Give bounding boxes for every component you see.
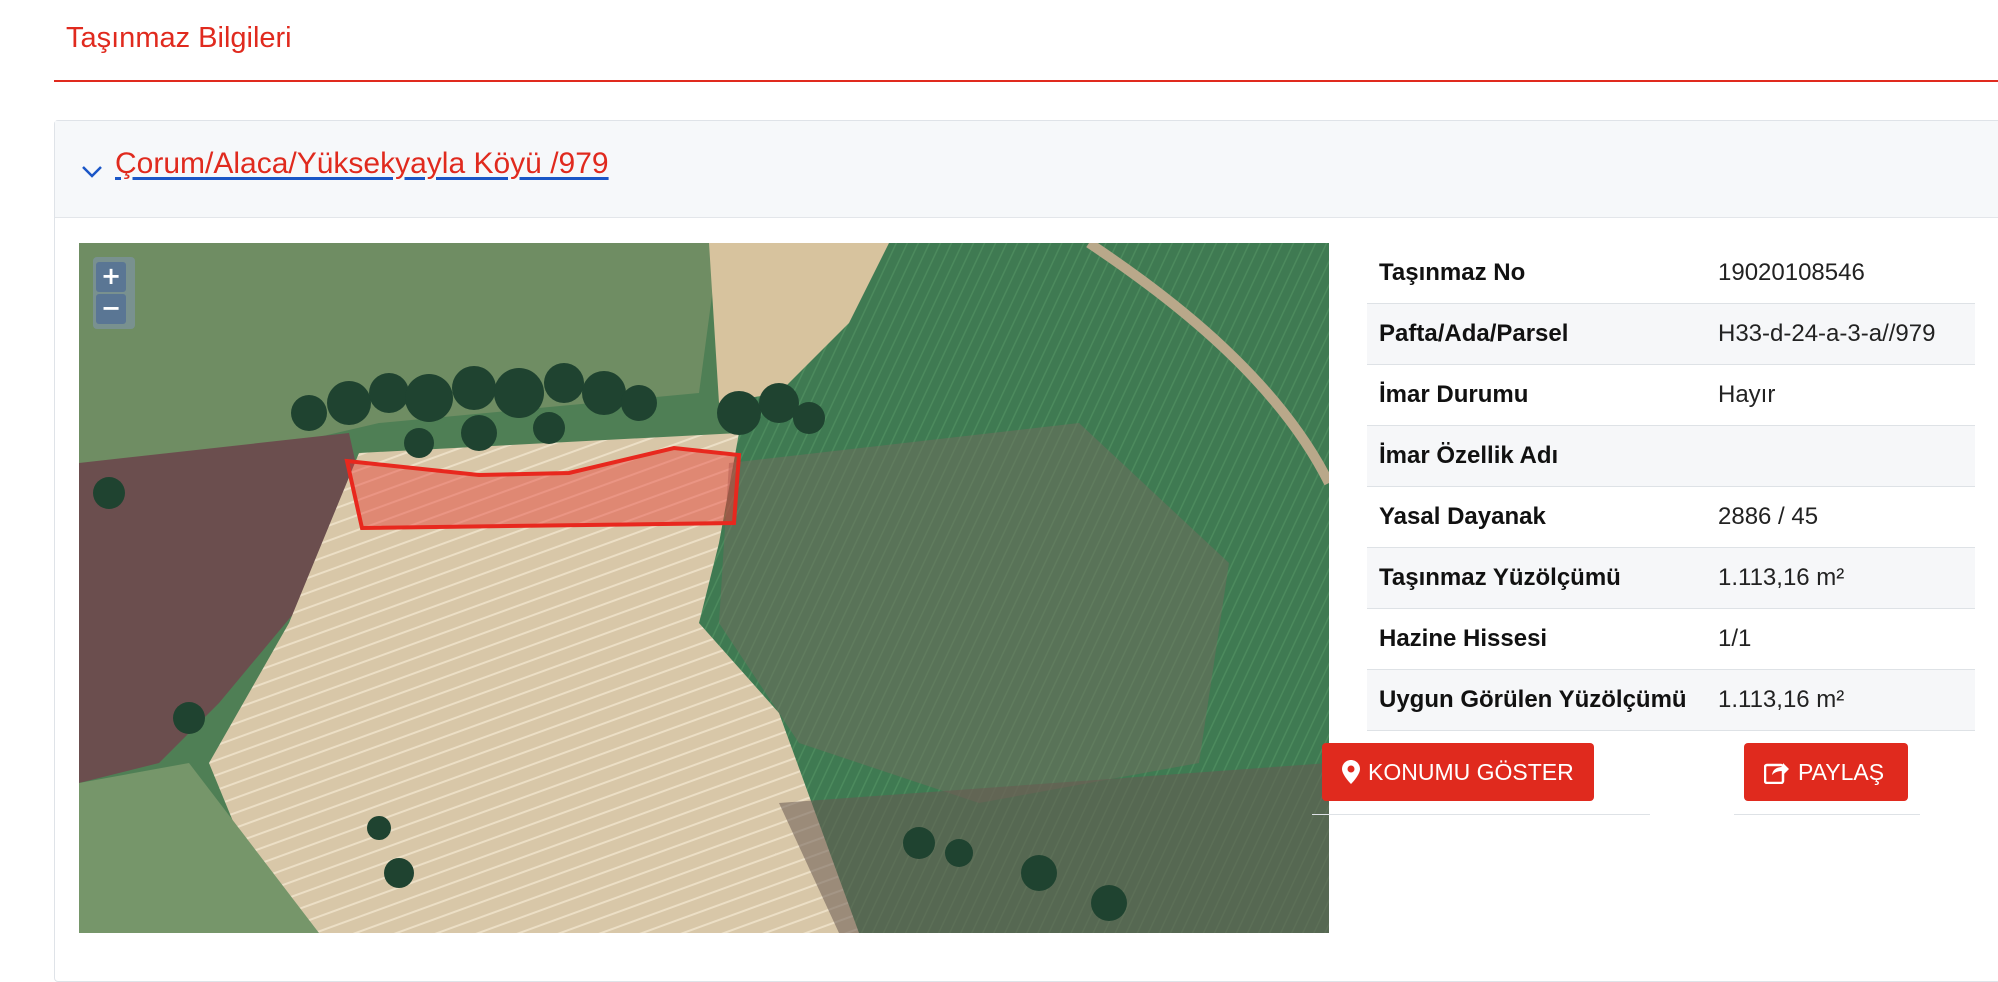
page-header: Taşınmaz Bilgileri bbox=[54, 0, 1998, 82]
property-details-table: Taşınmaz No 19020108546 Pafta/Ada/Parsel H… bbox=[1367, 243, 1975, 731]
chevron-down-icon[interactable] bbox=[79, 161, 105, 181]
detail-value: 2886 / 45 bbox=[1718, 503, 1819, 530]
detail-label: Hazine Hissesi bbox=[1379, 625, 1548, 652]
show-location-button[interactable]: KONUMU GÖSTER bbox=[1322, 743, 1594, 801]
detail-value: Hayır bbox=[1718, 381, 1776, 408]
zoom-controls: + − bbox=[93, 257, 135, 329]
detail-row: Yasal Dayanak 2886 / 45 bbox=[1367, 487, 1975, 548]
map-marker-icon bbox=[1342, 760, 1360, 784]
satellite-map[interactable]: + − bbox=[79, 243, 1329, 933]
divider bbox=[1734, 814, 1920, 815]
detail-value: H33-d-24-a-3-a//979 bbox=[1718, 320, 1936, 347]
detail-row: İmar Durumu Hayır bbox=[1367, 365, 1975, 426]
detail-label: Taşınmaz No bbox=[1379, 259, 1526, 286]
detail-row: Uygun Görülen Yüzölçümü 1.113,16 m² bbox=[1367, 670, 1975, 731]
detail-row: İmar Özellik Adı bbox=[1367, 426, 1975, 487]
property-card: Çorum/Alaca/Yüksekyayla Köyü /979 + − Ta… bbox=[54, 120, 1998, 982]
zoom-out-button[interactable]: − bbox=[96, 294, 126, 324]
detail-label: Uygun Görülen Yüzölçümü bbox=[1379, 686, 1687, 713]
detail-label: Pafta/Ada/Parsel bbox=[1379, 320, 1569, 347]
share-label: PAYLAŞ bbox=[1798, 758, 1885, 785]
detail-row: Taşınmaz No 19020108546 bbox=[1367, 243, 1975, 304]
detail-value: 1.113,16 m² bbox=[1718, 686, 1845, 713]
detail-label: Yasal Dayanak bbox=[1379, 503, 1546, 530]
detail-label: İmar Durumu bbox=[1379, 381, 1529, 408]
share-button[interactable]: PAYLAŞ bbox=[1744, 743, 1908, 801]
zoom-in-button[interactable]: + bbox=[96, 262, 126, 292]
parcel-boundary[interactable] bbox=[79, 243, 1329, 933]
show-location-label: KONUMU GÖSTER bbox=[1368, 758, 1574, 785]
detail-row: Pafta/Ada/Parsel H33-d-24-a-3-a//979 bbox=[1367, 304, 1975, 365]
detail-label: İmar Özellik Adı bbox=[1379, 442, 1559, 469]
divider bbox=[1312, 814, 1650, 815]
property-title-link[interactable]: Çorum/Alaca/Yüksekyayla Köyü /979 bbox=[115, 147, 609, 181]
detail-value: 19020108546 bbox=[1718, 259, 1865, 286]
detail-value: 1/1 bbox=[1718, 625, 1752, 652]
share-icon bbox=[1764, 763, 1789, 784]
detail-row: Hazine Hissesi 1/1 bbox=[1367, 609, 1975, 670]
detail-row: Taşınmaz Yüzölçümü 1.113,16 m² bbox=[1367, 548, 1975, 609]
detail-label: Taşınmaz Yüzölçümü bbox=[1379, 564, 1621, 591]
detail-value: 1.113,16 m² bbox=[1718, 564, 1845, 591]
page-title: Taşınmaz Bilgileri bbox=[66, 22, 292, 54]
card-header[interactable]: Çorum/Alaca/Yüksekyayla Köyü /979 bbox=[55, 121, 1998, 218]
